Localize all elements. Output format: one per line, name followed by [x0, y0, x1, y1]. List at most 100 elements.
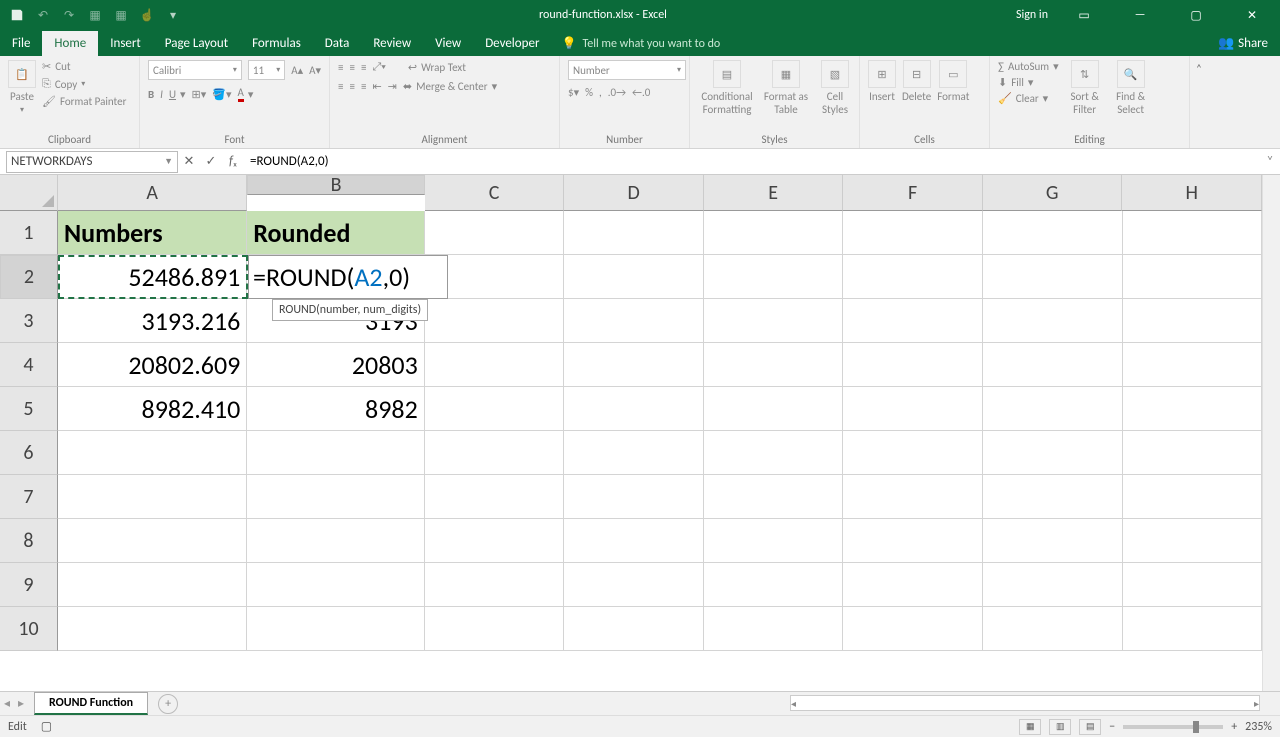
row-header-8[interactable]: 8	[0, 519, 58, 563]
column-header-B[interactable]: B	[247, 175, 424, 195]
cell-D10[interactable]	[564, 607, 704, 651]
column-header-D[interactable]: D	[564, 175, 704, 211]
font-size-select[interactable]: 11▾	[248, 60, 285, 80]
border-button[interactable]: ⊞▾	[192, 86, 207, 102]
cell-D9[interactable]	[564, 563, 704, 607]
cell-G4[interactable]	[983, 343, 1123, 387]
cell-A8[interactable]	[58, 519, 247, 563]
tab-view[interactable]: View	[423, 31, 473, 56]
cell-G10[interactable]	[983, 607, 1123, 651]
row-header-1[interactable]: 1	[0, 211, 58, 255]
ribbon-display-icon[interactable]: ▭	[1064, 0, 1104, 30]
active-cell-edit[interactable]: =ROUND(A2,0)	[248, 255, 448, 299]
name-box[interactable]: NETWORKDAYS▼	[6, 151, 178, 173]
cell-F7[interactable]	[843, 475, 983, 519]
cell-G3[interactable]	[983, 299, 1123, 343]
enter-formula-icon[interactable]: ✓	[200, 154, 222, 169]
row-header-7[interactable]: 7	[0, 475, 58, 519]
cell-H1[interactable]	[1123, 211, 1263, 255]
collapse-ribbon-icon[interactable]: ˄	[1190, 56, 1208, 148]
signin-link[interactable]: Sign in	[1016, 8, 1048, 22]
accounting-format-icon[interactable]: $▾	[568, 86, 579, 99]
cell-B9[interactable]	[247, 563, 424, 607]
font-name-select[interactable]: Calibri▾	[148, 60, 242, 80]
insert-function-icon[interactable]: fₓ	[222, 154, 244, 169]
close-button[interactable]: ✕	[1232, 0, 1272, 30]
paste-button[interactable]: 📋 Paste ▾	[8, 60, 36, 115]
tab-home[interactable]: Home	[42, 31, 98, 56]
cell-E6[interactable]	[704, 431, 844, 475]
tab-formulas[interactable]: Formulas	[240, 31, 313, 56]
cell-styles-button[interactable]: ▧Cell Styles	[816, 60, 854, 116]
tell-me-search[interactable]: 💡 Tell me what you want to do	[561, 36, 720, 56]
undo-icon[interactable]: ↶	[36, 8, 50, 22]
cell-B5[interactable]: 8982	[247, 387, 424, 431]
qat-icon[interactable]: ▦	[88, 8, 102, 22]
new-sheet-button[interactable]: +	[158, 694, 178, 714]
cell-A6[interactable]	[58, 431, 247, 475]
maximize-button[interactable]: ▢	[1176, 0, 1216, 30]
page-layout-view-button[interactable]: ▥	[1049, 719, 1071, 735]
cell-D4[interactable]	[564, 343, 704, 387]
conditional-formatting-button[interactable]: ▤Conditional Formatting	[698, 60, 756, 116]
align-center-icon[interactable]: ≡	[349, 80, 354, 93]
sheet-nav-next-icon[interactable]: ▸	[14, 696, 28, 711]
decrease-font-icon[interactable]: A▾	[309, 60, 321, 80]
increase-decimal-icon[interactable]: .0→	[608, 86, 626, 99]
cell-H10[interactable]	[1123, 607, 1263, 651]
cell-C10[interactable]	[425, 607, 565, 651]
tab-page-layout[interactable]: Page Layout	[153, 31, 240, 56]
page-break-view-button[interactable]: ▤	[1079, 719, 1101, 735]
cell-B1[interactable]: Rounded	[247, 211, 424, 255]
cell-F9[interactable]	[843, 563, 983, 607]
insert-cells-button[interactable]: ⊞Insert	[868, 60, 896, 103]
normal-view-button[interactable]: ▦	[1019, 719, 1041, 735]
cell-F8[interactable]	[843, 519, 983, 563]
cell-E7[interactable]	[704, 475, 844, 519]
cell-A4[interactable]: 20802.609	[58, 343, 247, 387]
column-header-H[interactable]: H	[1122, 175, 1262, 211]
tab-developer[interactable]: Developer	[473, 31, 551, 56]
cell-C5[interactable]	[425, 387, 565, 431]
cell-C7[interactable]	[425, 475, 565, 519]
column-header-F[interactable]: F	[843, 175, 983, 211]
percent-format-icon[interactable]: %	[585, 86, 593, 99]
format-painter-button[interactable]: 🖌Format Painter	[42, 95, 126, 108]
cell-G2[interactable]	[983, 255, 1123, 299]
delete-cells-button[interactable]: ⊟Delete	[902, 60, 931, 103]
zoom-in-button[interactable]: +	[1231, 720, 1237, 734]
cell-F2[interactable]	[843, 255, 983, 299]
cell-G7[interactable]	[983, 475, 1123, 519]
decrease-decimal-icon[interactable]: ←.0	[632, 86, 650, 99]
cell-E4[interactable]	[704, 343, 844, 387]
italic-button[interactable]: I	[160, 86, 163, 102]
find-select-button[interactable]: 🔍Find & Select	[1111, 60, 1151, 116]
zoom-level[interactable]: 235%	[1245, 720, 1272, 734]
cell-H9[interactable]	[1123, 563, 1263, 607]
align-middle-icon[interactable]: ≡	[349, 60, 354, 74]
row-header-4[interactable]: 4	[0, 343, 58, 387]
touch-mode-icon[interactable]: ☝	[140, 8, 154, 22]
cell-D6[interactable]	[564, 431, 704, 475]
tab-insert[interactable]: Insert	[98, 31, 153, 56]
align-bottom-icon[interactable]: ≡	[361, 60, 366, 74]
cell-E3[interactable]	[704, 299, 844, 343]
clear-button[interactable]: 🧹Clear▾	[998, 92, 1059, 105]
save-icon[interactable]	[10, 8, 24, 22]
cell-D2[interactable]	[564, 255, 704, 299]
cell-F5[interactable]	[843, 387, 983, 431]
font-color-button[interactable]: A▾	[238, 86, 254, 102]
formula-input[interactable]: =ROUND(A2,0)	[244, 154, 1260, 169]
cell-F1[interactable]	[843, 211, 983, 255]
cell-F6[interactable]	[843, 431, 983, 475]
cell-H2[interactable]	[1123, 255, 1263, 299]
cell-E5[interactable]	[704, 387, 844, 431]
number-format-select[interactable]: Number▾	[568, 60, 686, 80]
fill-button[interactable]: ⬇Fill▾	[998, 76, 1059, 89]
row-header-6[interactable]: 6	[0, 431, 58, 475]
cell-B6[interactable]	[247, 431, 424, 475]
horizontal-scrollbar[interactable]: ◂▸	[790, 695, 1260, 711]
wrap-text-button[interactable]: ↩Wrap Text	[408, 60, 466, 74]
cell-E1[interactable]	[704, 211, 844, 255]
format-cells-button[interactable]: ▭Format	[937, 60, 969, 103]
